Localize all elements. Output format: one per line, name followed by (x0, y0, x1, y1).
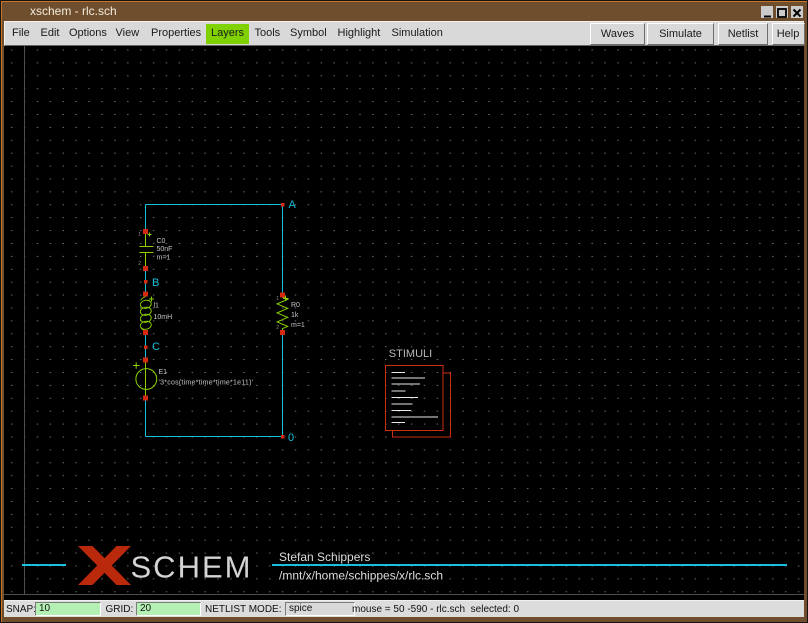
svg-text:R0: R0 (291, 302, 300, 309)
svg-text:2: 2 (276, 325, 279, 331)
svg-text:1k: 1k (291, 312, 299, 319)
svg-text:'3*cos(time*time*time*1e11)': '3*cos(time*time*time*1e11)' (159, 380, 254, 387)
svg-text:C0: C0 (157, 238, 166, 245)
svg-text:l1: l1 (154, 303, 160, 310)
svg-text:m=1: m=1 (157, 255, 171, 262)
svg-text:C: C (152, 341, 160, 353)
svg-text:SCHEM: SCHEM (131, 550, 253, 585)
svg-text:/mnt/x/home/schippes/x/rlc.sch: /mnt/x/home/schippes/x/rlc.sch (279, 569, 443, 583)
svg-text:50nF: 50nF (157, 246, 173, 253)
svg-text:m=1: m=1 (291, 322, 305, 329)
svg-text:STIMULI: STIMULI (389, 348, 432, 360)
svg-text:10mH: 10mH (154, 314, 173, 321)
svg-text:0: 0 (288, 432, 294, 444)
svg-text:A: A (289, 199, 297, 211)
svg-text:2: 2 (138, 261, 141, 267)
svg-text:1: 1 (276, 296, 279, 302)
svg-text:1: 1 (138, 232, 141, 238)
svg-text:E1: E1 (159, 369, 168, 376)
svg-text:Stefan Schippers: Stefan Schippers (279, 550, 370, 564)
svg-text:B: B (152, 277, 159, 289)
